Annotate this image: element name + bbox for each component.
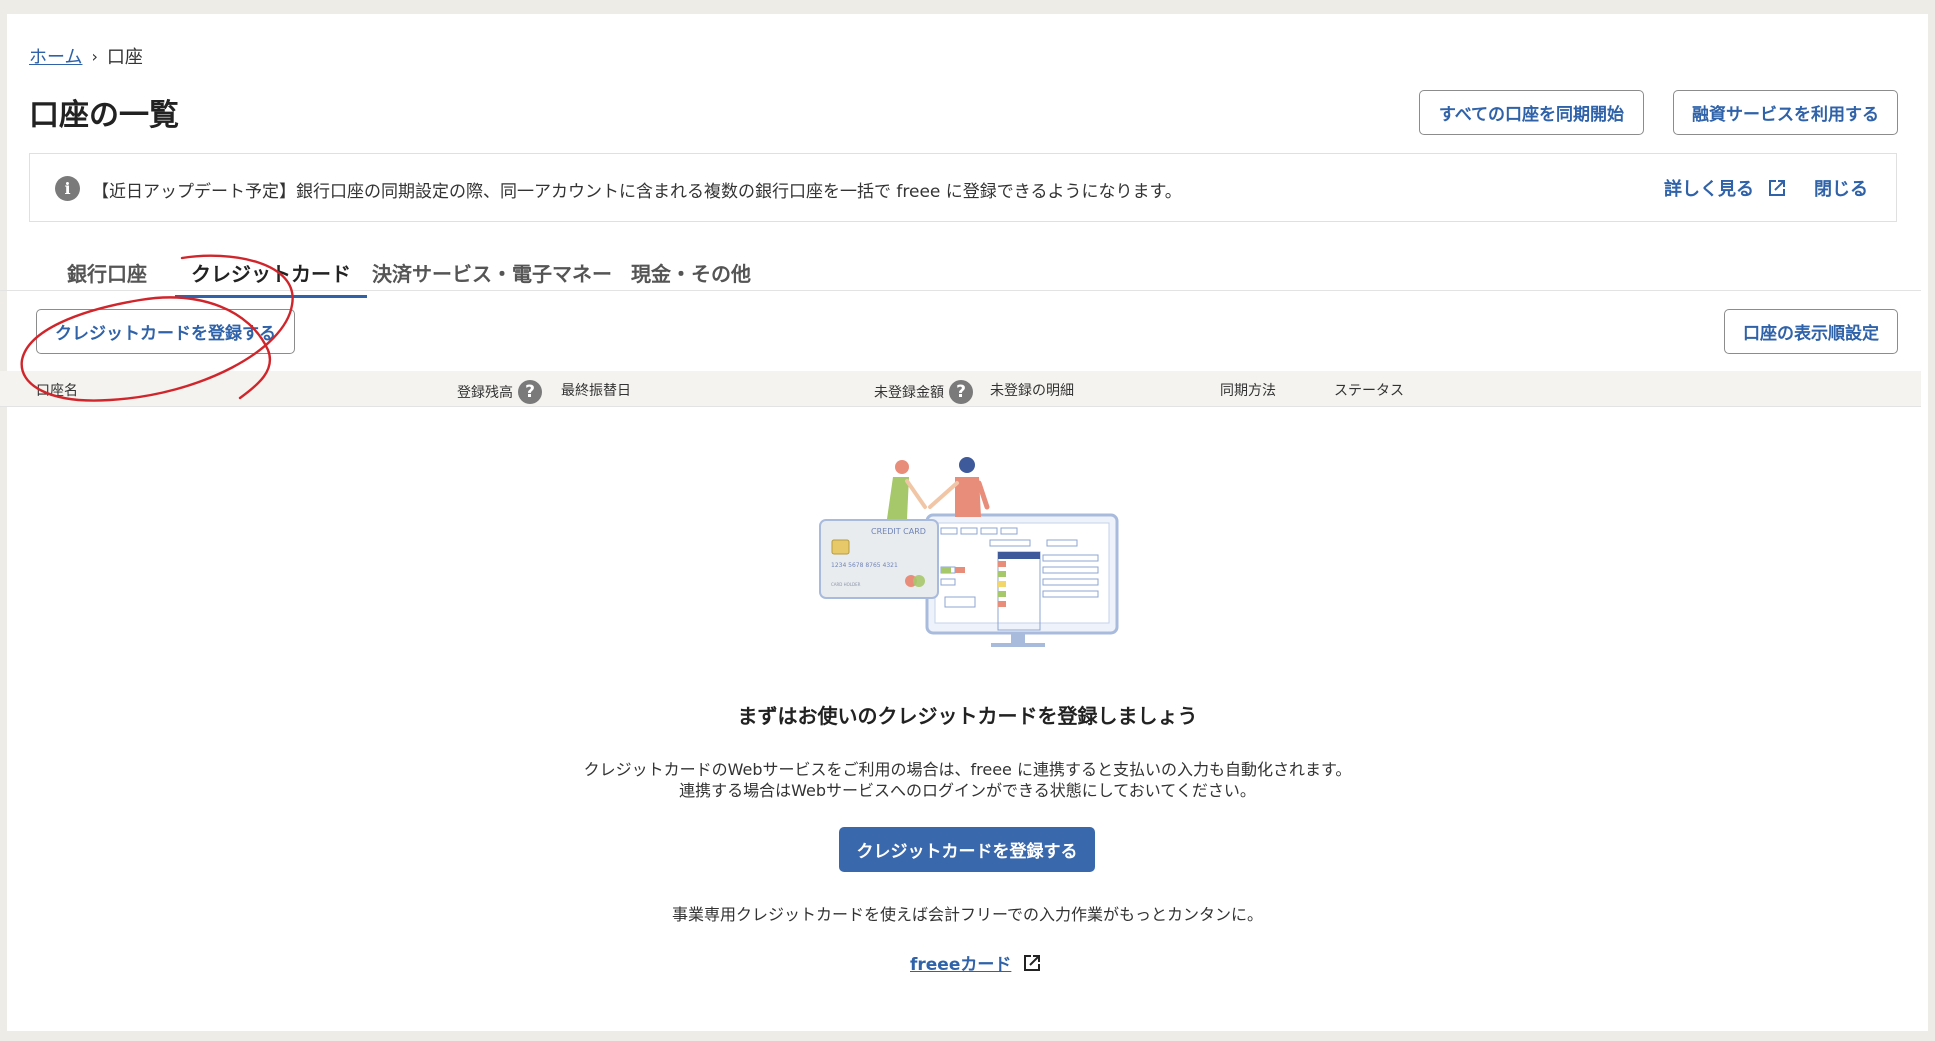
column-registered-balance: 登録残高 ? — [457, 380, 542, 404]
empty-state-title: まずはお使いのクレジットカードを登録しましょう — [737, 704, 1198, 728]
breadcrumb: ホーム › 口座 — [29, 43, 143, 69]
promo-text: 事業専用クレジットカードを使えば会計フリーでの入力作業がもっとカンタンに。 — [671, 905, 1264, 924]
sync-all-button[interactable]: すべての口座を同期開始 — [1419, 90, 1644, 135]
tab-bank-account[interactable]: 銀行口座 — [67, 258, 147, 287]
tab-payment-emoney[interactable]: 決済サービス・電子マネー — [372, 258, 612, 287]
column-status: ステータス — [1334, 383, 1404, 399]
page-title: 口座の一覧 — [29, 98, 179, 133]
tab-credit-card[interactable]: クレジットカード — [175, 258, 367, 298]
register-card-primary-button[interactable]: クレジットカードを登録する — [839, 827, 1095, 872]
column-last-transfer-date: 最終振替日 — [561, 383, 631, 399]
column-unregistered-details: 未登録の明細 — [990, 383, 1074, 399]
column-sync-method: 同期方法 — [1220, 383, 1276, 399]
display-order-button[interactable]: 口座の表示順設定 — [1724, 309, 1898, 354]
card-title-text: CREDIT CARD — [871, 527, 926, 536]
financing-service-button[interactable]: 融資サービスを利用する — [1673, 90, 1898, 135]
update-notice: i 【近日アップデート予定】銀行口座の同期設定の際、同一アカウントに含まれる複数… — [29, 153, 1897, 222]
freee-card-link-label: freeeカード — [910, 955, 1012, 975]
breadcrumb-current: 口座 — [106, 47, 143, 68]
chevron-right-icon: › — [91, 46, 98, 66]
learn-more-link[interactable]: 詳しく見る — [1664, 175, 1788, 201]
freee-card-link[interactable]: freeeカード — [910, 950, 1043, 975]
notice-message: 【近日アップデート予定】銀行口座の同期設定の際、同一アカウントに含まれる複数の銀… — [92, 182, 1182, 202]
column-account-name: 口座名 — [36, 383, 78, 399]
empty-state-description-line2: 連携する場合はWebサービスへのログインができる状態にしておいてください。 — [679, 781, 1256, 800]
help-icon[interactable]: ? — [518, 380, 542, 404]
table-header: 口座名 登録残高 ? 最終振替日 未登録金額 ? 未登録の明細 同期方法 ステー… — [0, 371, 1921, 407]
card-number-text: 1234 5678 8765 4321 — [831, 562, 898, 569]
register-card-button[interactable]: クレジットカードを登録する — [36, 309, 295, 354]
close-notice-button[interactable]: 閉じる — [1814, 175, 1868, 201]
tab-cash-other[interactable]: 現金・その他 — [631, 258, 751, 287]
info-icon: i — [55, 176, 80, 201]
learn-more-label: 詳しく見る — [1664, 179, 1754, 200]
credit-card-illustration: CREDIT CARD 1234 5678 8765 4321 CARD HOL… — [819, 457, 1119, 647]
account-type-tabs: 銀行口座 クレジットカード 決済サービス・電子マネー 現金・その他 — [0, 250, 1921, 298]
column-unregistered-amount: 未登録金額 ? — [874, 380, 973, 404]
external-link-icon — [1024, 954, 1041, 971]
card-holder-text: CARD HOLDER — [831, 582, 861, 587]
external-link-icon — [1769, 180, 1785, 196]
help-icon[interactable]: ? — [949, 380, 973, 404]
breadcrumb-home-link[interactable]: ホーム — [29, 43, 82, 69]
